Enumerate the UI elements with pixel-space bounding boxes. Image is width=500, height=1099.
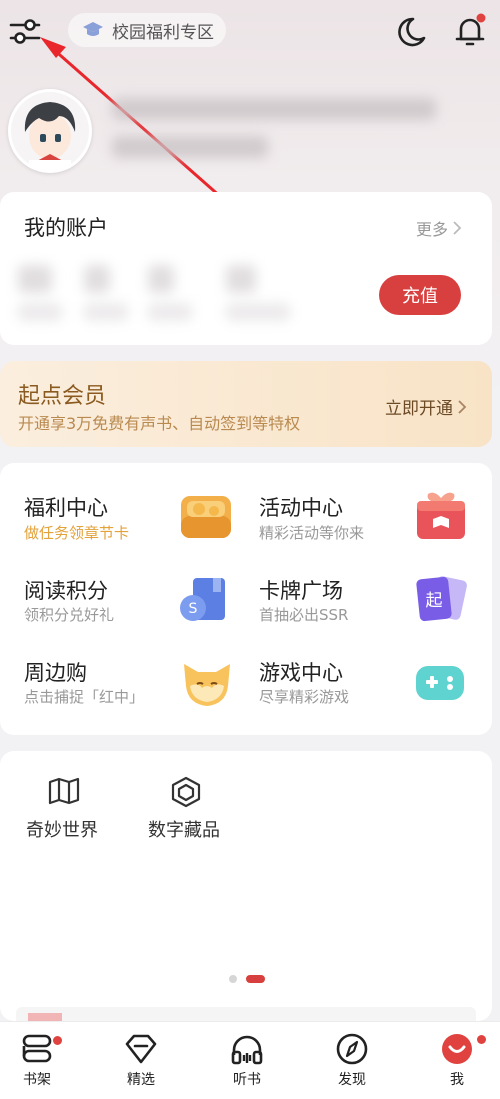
recharge-button[interactable]: 充值 <box>379 275 461 315</box>
nav-audiobooks[interactable]: 听书 <box>212 1031 282 1089</box>
blurred-balance-1 <box>18 265 52 293</box>
blurred-balance-3-label <box>148 303 192 321</box>
vip-open-label: 立即开通 <box>385 399 453 419</box>
headphones-icon <box>231 1035 263 1065</box>
blurred-user-info <box>112 136 268 158</box>
next-card-peek <box>16 1007 476 1021</box>
bookshelf-icon <box>22 1034 52 1063</box>
nav-audiobooks-label: 听书 <box>233 1072 261 1088</box>
nav-featured-label: 精选 <box>127 1072 155 1088</box>
cards-icon: 起 <box>414 572 468 626</box>
blurred-balance-4-label <box>226 303 290 321</box>
bookshelf-badge <box>53 1036 62 1045</box>
page-indicator-dot-active[interactable] <box>246 975 265 983</box>
blurred-balance-2 <box>84 265 110 293</box>
merch-shop-title: 周边购 <box>24 661 87 685</box>
welfare-center-title: 福利中心 <box>24 496 108 520</box>
chevron-right-icon <box>458 399 467 414</box>
card-plaza-subtitle: 首抽必出SSR <box>259 606 349 624</box>
account-more-link[interactable]: 更多 <box>416 216 462 240</box>
reading-points-subtitle: 领积分兑好礼 <box>24 606 115 624</box>
points-book-icon: S <box>177 574 231 628</box>
card-plaza-title: 卡牌广场 <box>259 579 343 603</box>
merch-shop-subtitle: 点击捕捉「红中」 <box>24 688 145 706</box>
reading-points-title: 阅读积分 <box>24 579 108 603</box>
nav-discover-label: 发现 <box>338 1072 366 1088</box>
blurred-balance-3 <box>148 265 174 293</box>
svg-text:S: S <box>189 601 198 617</box>
digital-collectibles-label: 数字藏品 <box>148 820 220 841</box>
gift-box-icon <box>414 488 468 542</box>
nav-discover[interactable]: 发现 <box>317 1031 387 1089</box>
activity-center-title: 活动中心 <box>259 496 343 520</box>
account-title: 我的账户 <box>24 216 108 240</box>
fox-mascot-icon <box>180 656 234 710</box>
more-label: 更多 <box>416 220 449 239</box>
nav-bookshelf-label: 书架 <box>23 1072 51 1088</box>
coin-chest-icon <box>179 490 233 544</box>
game-center-subtitle: 尽享精彩游戏 <box>259 688 350 706</box>
blurred-balance-2-label <box>84 303 128 321</box>
activity-center-subtitle: 精彩活动等你来 <box>259 524 365 542</box>
card-icon-glyph: 起 <box>426 591 443 611</box>
blurred-balance-1-label <box>18 303 62 321</box>
diamond-icon <box>125 1034 157 1064</box>
blurred-username <box>112 98 436 120</box>
map-icon <box>48 777 80 809</box>
compass-icon <box>336 1033 368 1065</box>
anime-avatar-icon <box>11 92 89 170</box>
chevron-right-icon <box>453 221 462 235</box>
wonder-world-label: 奇妙世界 <box>26 820 98 841</box>
cube-icon <box>170 776 202 812</box>
blurred-balance-4 <box>226 265 256 293</box>
nav-me-label: 我 <box>450 1072 464 1088</box>
page-indicator-dot[interactable] <box>229 975 237 983</box>
me-face-icon <box>442 1034 472 1064</box>
welfare-center-subtitle: 做任务领章节卡 <box>24 524 130 542</box>
avatar[interactable] <box>8 89 92 173</box>
vip-open-button[interactable]: 立即开通 <box>385 394 467 419</box>
nav-featured[interactable]: 精选 <box>106 1031 176 1089</box>
game-center-title: 游戏中心 <box>259 661 343 685</box>
me-badge <box>477 1035 486 1044</box>
vip-title: 起点会员 <box>18 384 107 409</box>
gamepad-icon <box>414 656 468 710</box>
vip-subtitle: 开通享3万免费有声书、自动签到等特权 <box>18 414 301 433</box>
next-card-icon-peek <box>28 1013 62 1021</box>
